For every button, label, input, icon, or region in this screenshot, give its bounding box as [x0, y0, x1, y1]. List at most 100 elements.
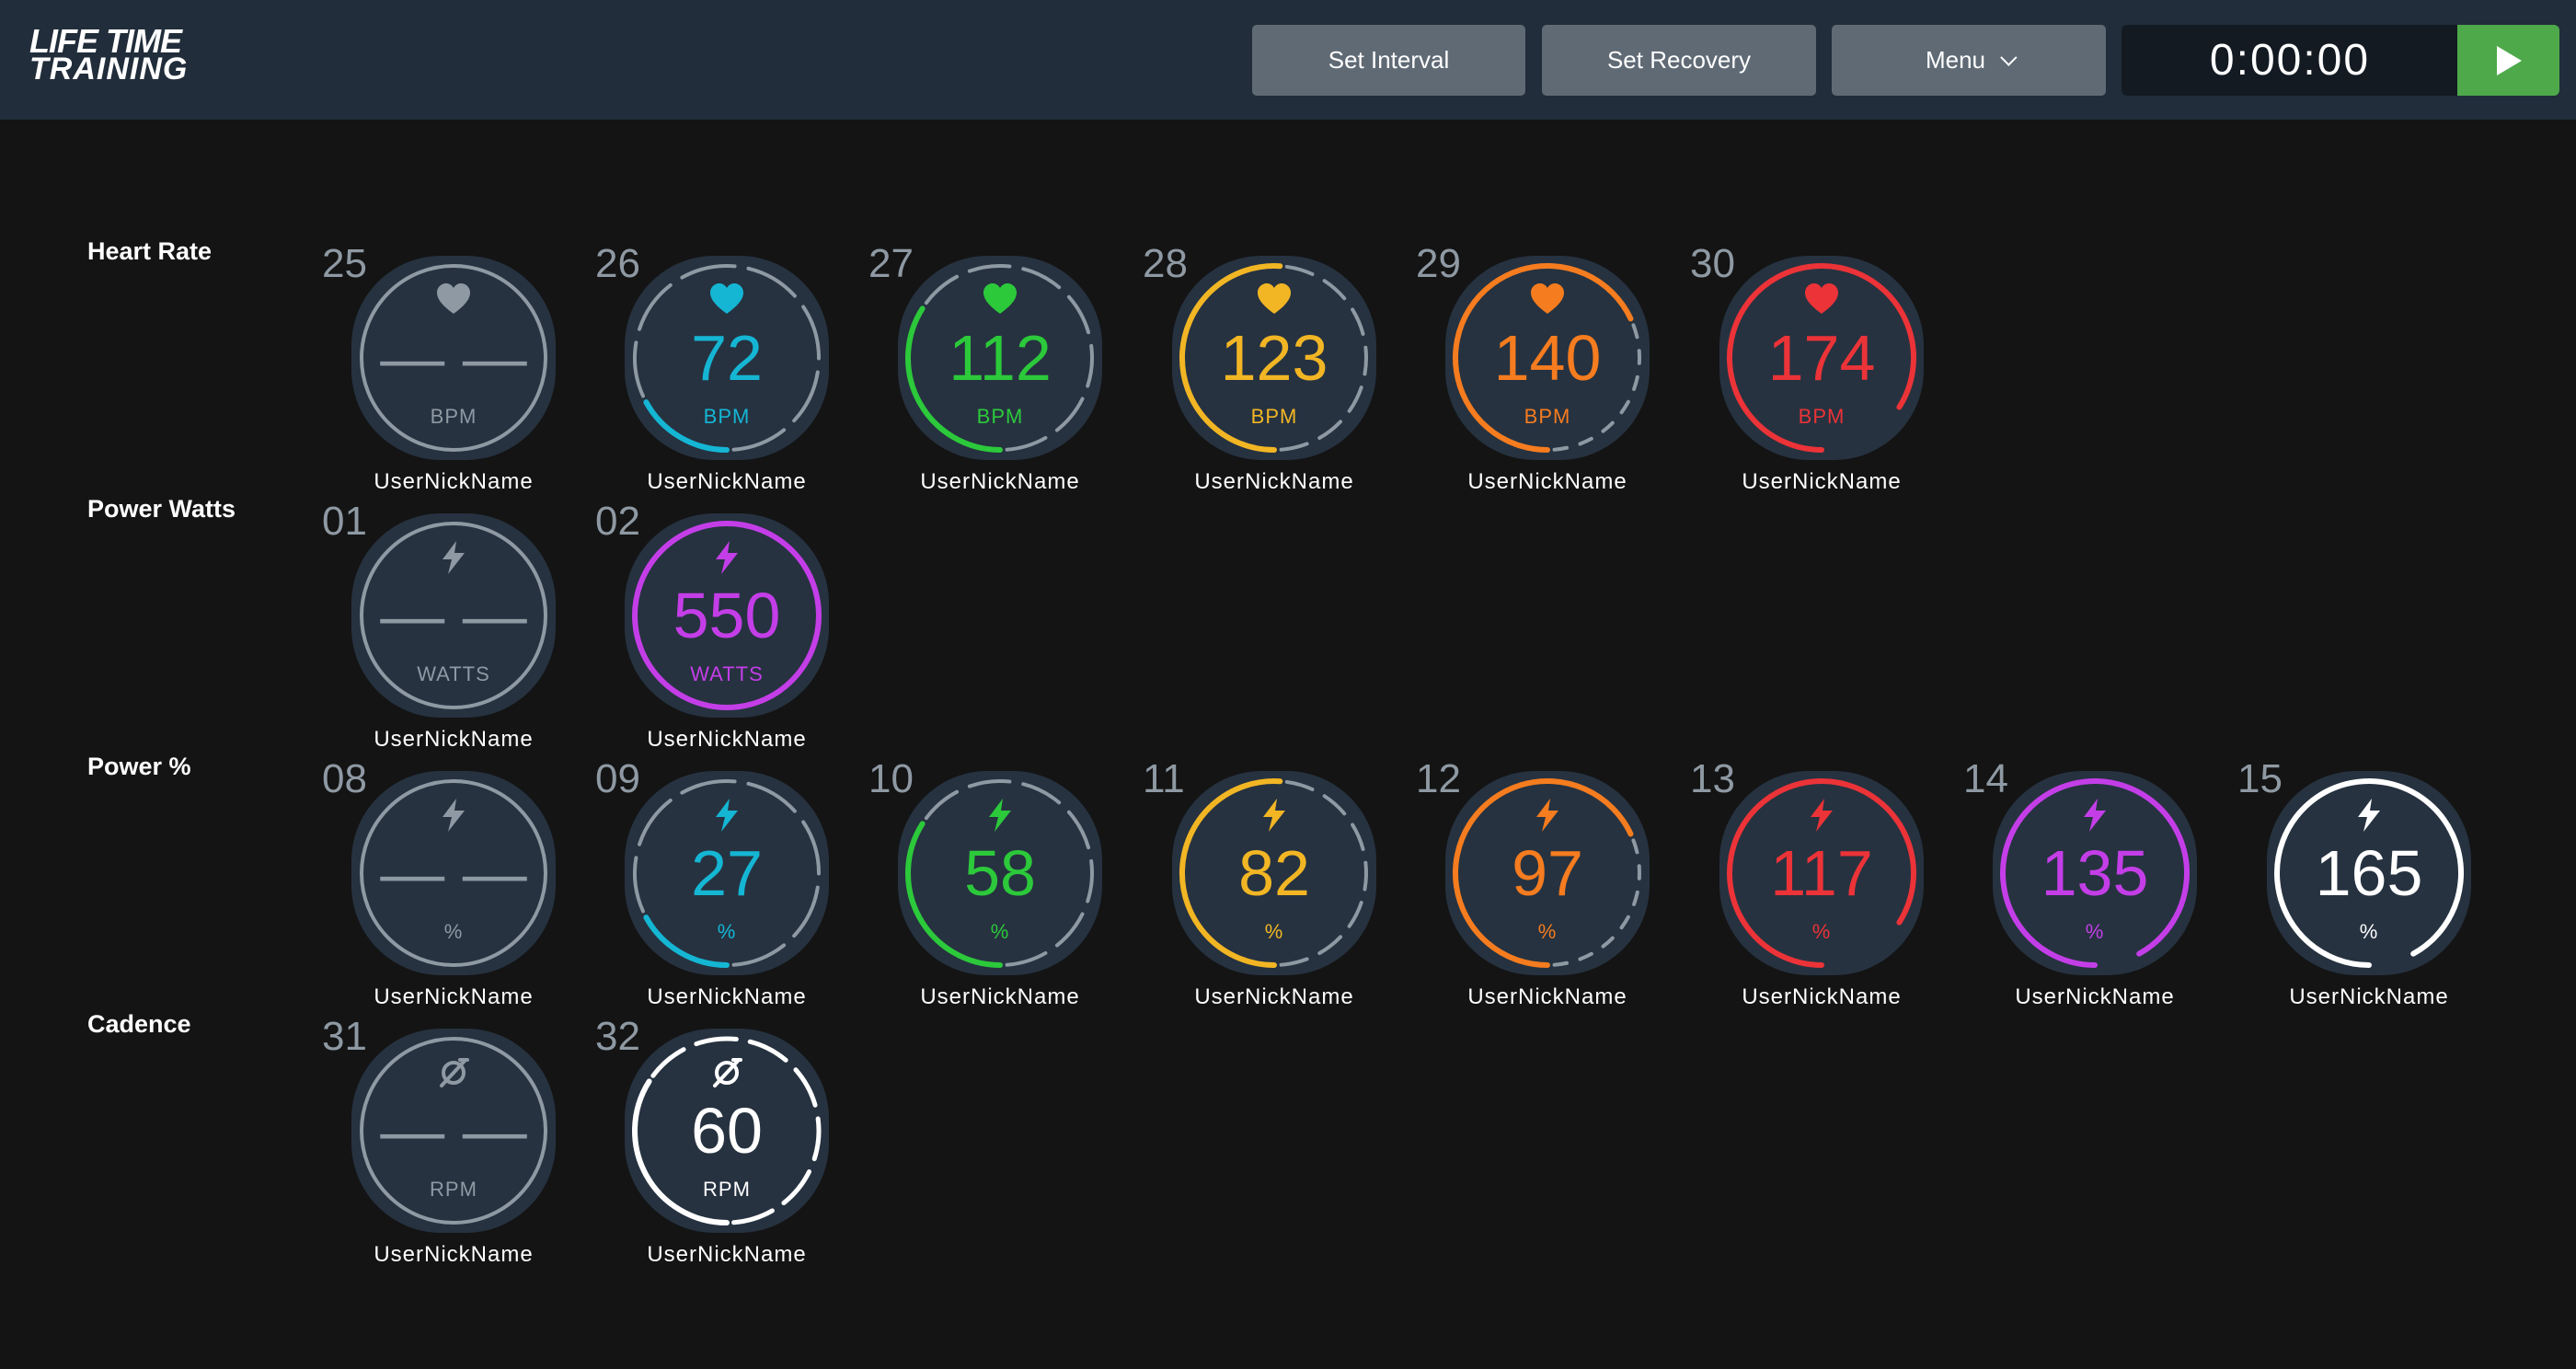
- track-segment: [1322, 279, 1347, 301]
- session-timer: 0:00:00: [2122, 25, 2458, 96]
- rider-tile[interactable]: 12 97 % UserNickName: [1416, 756, 1655, 1014]
- rider-tile[interactable]: 26 72 BPM UserNickName: [595, 241, 834, 499]
- metric-unit: BPM: [1798, 405, 1846, 428]
- play-icon: [2496, 45, 2522, 75]
- lightning-icon: [2076, 797, 2113, 834]
- track-segment: [1021, 267, 1062, 290]
- metric-unit: %: [1811, 920, 1832, 943]
- metric-unit: BPM: [430, 405, 477, 428]
- rider-tile[interactable]: 31 — — RPM UserNickName: [322, 1014, 561, 1271]
- track-segment: [1578, 951, 1593, 961]
- metric-unit: RPM: [703, 1178, 751, 1201]
- metric-unit: WATTS: [417, 662, 490, 685]
- lightning-icon: [2351, 797, 2387, 834]
- metric-unit: %: [990, 920, 1010, 943]
- row-label: Power Watts: [87, 495, 236, 523]
- set-interval-label: Set Interval: [1328, 46, 1450, 74]
- play-button[interactable]: [2457, 25, 2559, 96]
- user-nickname: UserNickName: [374, 727, 534, 752]
- metric-value: 165: [2315, 837, 2423, 909]
- rider-tile[interactable]: 14 135 % UserNickName: [1963, 756, 2202, 1014]
- lightning-icon: [435, 797, 472, 834]
- track-segment: [731, 943, 787, 967]
- track-segment: [1284, 264, 1315, 276]
- rider-tile[interactable]: 08 — — % UserNickName: [322, 756, 561, 1014]
- row-label: Cadence: [87, 1010, 191, 1038]
- rider-tile[interactable]: 01 — — WATTS UserNickName: [322, 499, 561, 756]
- rider-tile[interactable]: 10 58 % UserNickName: [868, 756, 1108, 1014]
- metric-value: 123: [1220, 322, 1328, 394]
- metric-unit: RPM: [430, 1178, 477, 1201]
- user-nickname: UserNickName: [647, 727, 807, 752]
- cadence-icon: [435, 1054, 472, 1091]
- metric-value: 112: [949, 322, 1052, 394]
- track-segment: [924, 274, 960, 305]
- heart-icon: [1529, 282, 1566, 318]
- rider-tile[interactable]: 02 550 WATTS UserNickName: [595, 499, 834, 756]
- track-segment: [1552, 961, 1570, 967]
- lightning-icon: [1803, 797, 1840, 834]
- metric-unit: %: [443, 920, 464, 943]
- track-segment: [731, 428, 787, 452]
- metric-unit: BPM: [1250, 405, 1298, 428]
- metric-unit: %: [717, 920, 737, 943]
- track-segment: [1279, 957, 1309, 967]
- set-recovery-label: Set Recovery: [1606, 46, 1752, 74]
- track-segment: [1005, 950, 1048, 967]
- logo-line-2: TRAINING: [29, 52, 189, 86]
- set-interval-button[interactable]: Set Interval: [1252, 25, 1525, 96]
- track-segment: [1578, 436, 1593, 446]
- metric-value: — —: [380, 580, 527, 651]
- metric-unit: %: [2085, 920, 2105, 943]
- rider-tile[interactable]: 25 — — BPM UserNickName: [322, 241, 561, 499]
- heart-icon: [435, 282, 472, 318]
- user-nickname: UserNickName: [1194, 469, 1354, 494]
- track-segment: [746, 781, 797, 813]
- track-segment: [1284, 779, 1315, 791]
- rider-tile[interactable]: 09 27 % UserNickName: [595, 756, 834, 1014]
- user-nickname: UserNickName: [647, 469, 807, 494]
- heart-icon: [708, 282, 745, 318]
- user-nickname: UserNickName: [920, 469, 1080, 494]
- track-segment: [694, 1036, 739, 1047]
- user-nickname: UserNickName: [374, 1242, 534, 1267]
- rider-tile[interactable]: 32 60 RPM UserNickName: [595, 1014, 834, 1271]
- track-segment: [1279, 442, 1309, 452]
- user-nickname: UserNickName: [1742, 469, 1902, 494]
- metric-value: 72: [691, 322, 763, 394]
- metric-unit: BPM: [1524, 405, 1571, 428]
- track-segment: [924, 789, 960, 821]
- metric-value: 58: [964, 837, 1036, 909]
- track-segment: [967, 264, 1012, 273]
- user-nickname: UserNickName: [1194, 984, 1354, 1009]
- metric-unit: BPM: [703, 405, 751, 428]
- rider-tile[interactable]: 27 112 BPM UserNickName: [868, 241, 1108, 499]
- lightning-icon: [1256, 797, 1293, 834]
- rider-tile[interactable]: 30 174 BPM UserNickName: [1690, 241, 1929, 499]
- metric-value: 174: [1767, 322, 1876, 394]
- track-segment: [747, 1039, 788, 1063]
- track-segment: [680, 264, 737, 280]
- metric-unit: %: [2359, 920, 2379, 943]
- rider-tile[interactable]: 29 140 BPM UserNickName: [1416, 241, 1655, 499]
- track-segment: [1322, 794, 1347, 816]
- metric-value: — —: [380, 322, 527, 394]
- rider-tile[interactable]: 13 117 % UserNickName: [1690, 756, 1929, 1014]
- menu-dropdown-button[interactable]: Menu: [1832, 25, 2106, 96]
- rider-tile[interactable]: 11 82 % UserNickName: [1143, 756, 1382, 1014]
- heart-icon: [982, 282, 1018, 318]
- lightning-icon: [982, 797, 1018, 834]
- rider-tile[interactable]: 15 165 % UserNickName: [2237, 756, 2477, 1014]
- user-nickname: UserNickName: [1467, 469, 1627, 494]
- metric-value: 27: [691, 837, 763, 909]
- rider-tile[interactable]: 28 123 BPM UserNickName: [1143, 241, 1382, 499]
- row-label: Heart Rate: [87, 237, 213, 265]
- metric-unit: BPM: [976, 405, 1024, 428]
- metric-value: 97: [1512, 837, 1583, 909]
- user-nickname: UserNickName: [374, 469, 534, 494]
- user-nickname: UserNickName: [1467, 984, 1627, 1009]
- track-segment: [746, 266, 797, 298]
- track-segment: [650, 1047, 686, 1078]
- set-recovery-button[interactable]: Set Recovery: [1542, 25, 1816, 96]
- metric-value: 117: [1770, 837, 1873, 909]
